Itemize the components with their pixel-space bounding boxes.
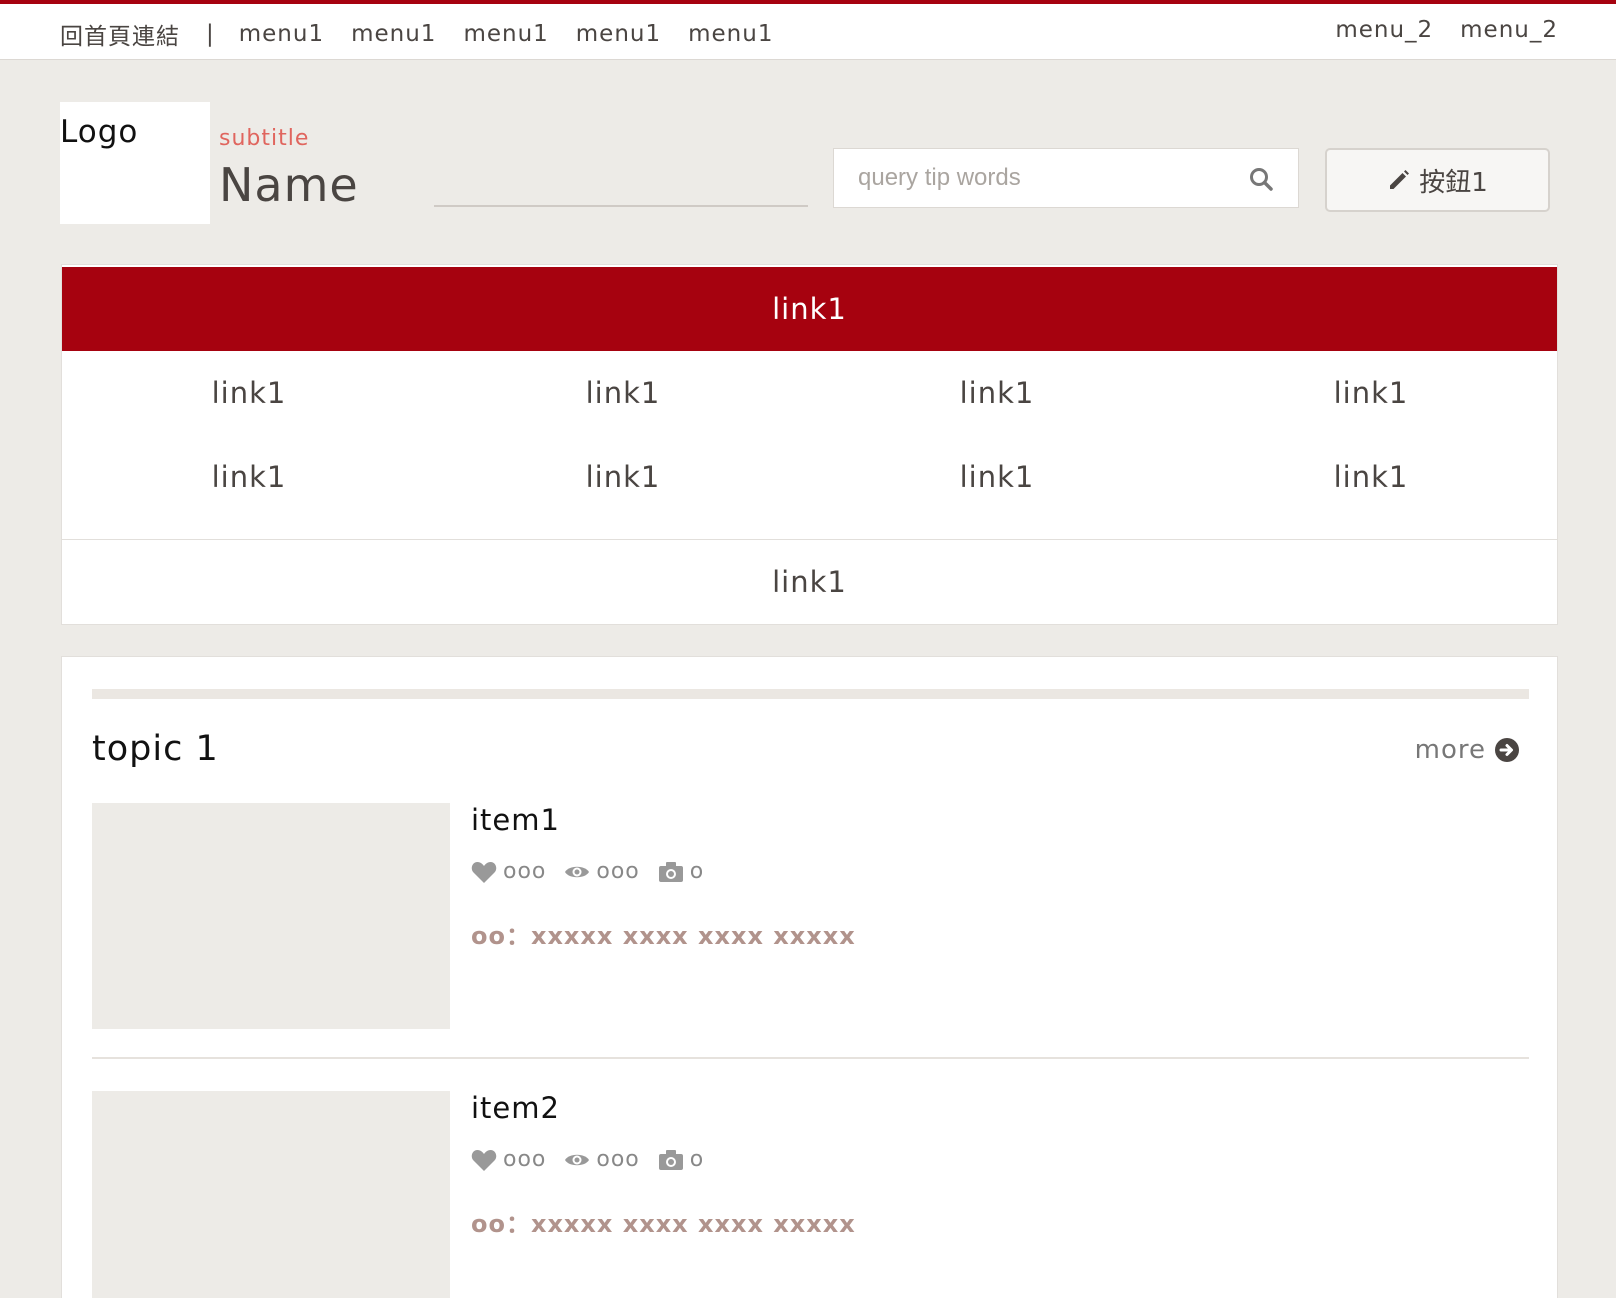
grid-link[interactable]: link1 bbox=[810, 351, 1184, 435]
item-thumbnail[interactable] bbox=[92, 803, 450, 1029]
top-navbar: 回首頁連結 | menu1 menu1 menu1 menu1 menu1 me… bbox=[0, 0, 1616, 60]
menu1-link[interactable]: menu1 bbox=[463, 21, 548, 47]
logo[interactable]: Logo bbox=[60, 102, 210, 224]
search-box bbox=[833, 148, 1299, 208]
item-meta: ooo ooo o bbox=[471, 859, 722, 884]
logo-text: Logo bbox=[60, 114, 139, 150]
item-divider bbox=[92, 1057, 1529, 1059]
site-name: Name bbox=[219, 158, 359, 212]
views-count: ooo bbox=[564, 1147, 639, 1172]
grid-link[interactable]: link1 bbox=[810, 435, 1184, 519]
menu2-link[interactable]: menu_2 bbox=[1460, 17, 1558, 43]
button-1-label: 按鈕1 bbox=[1419, 167, 1488, 198]
item-name[interactable]: item2 bbox=[471, 1091, 560, 1125]
item-meta: ooo ooo o bbox=[471, 1147, 722, 1172]
pencil-icon bbox=[1390, 170, 1410, 189]
menu1-link[interactable]: menu1 bbox=[688, 21, 773, 47]
item-name[interactable]: item1 bbox=[471, 803, 560, 837]
item-description: oo：xxxxx xxxx xxxx xxxxx bbox=[471, 922, 856, 950]
top-nav-left: 回首頁連結 | menu1 menu1 menu1 menu1 menu1 bbox=[60, 17, 800, 51]
grid-link[interactable]: link1 bbox=[1184, 351, 1558, 435]
grid-link[interactable]: link1 bbox=[62, 435, 436, 519]
camera-icon bbox=[658, 1149, 683, 1170]
site-subtitle: subtitle bbox=[219, 126, 310, 151]
likes-count: ooo bbox=[471, 859, 546, 884]
top-nav-right: menu_2 menu_2 bbox=[1308, 17, 1558, 43]
search-input[interactable] bbox=[834, 149, 1234, 207]
topic-title: topic 1 bbox=[92, 729, 219, 769]
eye-icon bbox=[565, 1154, 590, 1165]
link-panel: link1 link1 link1 link1 link1 link1 link… bbox=[61, 264, 1558, 625]
item-thumbnail[interactable] bbox=[92, 1091, 450, 1298]
grid-link[interactable]: link1 bbox=[1184, 435, 1558, 519]
item-description: oo：xxxxx xxxx xxxx xxxxx bbox=[471, 1210, 856, 1238]
more-link[interactable]: more bbox=[1415, 735, 1520, 765]
likes-count: ooo bbox=[471, 1147, 546, 1172]
heart-icon bbox=[471, 861, 497, 883]
photos-count: o bbox=[658, 1147, 704, 1172]
nav-separator: | bbox=[206, 21, 215, 47]
link-grid: link1 link1 link1 link1 link1 link1 link… bbox=[62, 351, 1557, 537]
topic-panel: topic 1 more item1 ooo ooo o oo：xxxxx xx… bbox=[61, 656, 1558, 1298]
views-count: ooo bbox=[564, 859, 639, 884]
bottom-link[interactable]: link1 bbox=[62, 540, 1557, 624]
eye-icon bbox=[565, 866, 590, 877]
grid-link[interactable]: link1 bbox=[436, 351, 810, 435]
more-label: more bbox=[1414, 735, 1486, 765]
featured-link[interactable]: link1 bbox=[62, 267, 1557, 351]
underline-divider bbox=[434, 205, 808, 207]
arrow-circle-right-icon bbox=[1495, 738, 1519, 762]
photos-count: o bbox=[658, 859, 704, 884]
menu1-link[interactable]: menu1 bbox=[351, 21, 436, 47]
menu2-link[interactable]: menu_2 bbox=[1335, 17, 1433, 43]
camera-icon bbox=[658, 861, 683, 882]
home-link[interactable]: 回首頁連結 bbox=[60, 17, 180, 51]
grid-link[interactable]: link1 bbox=[62, 351, 436, 435]
search-icon[interactable] bbox=[1248, 166, 1274, 192]
heart-icon bbox=[471, 1149, 497, 1171]
menu1-link[interactable]: menu1 bbox=[576, 21, 661, 47]
menu1-link[interactable]: menu1 bbox=[239, 21, 324, 47]
button-1[interactable]: 按鈕1 bbox=[1325, 148, 1550, 212]
grid-link[interactable]: link1 bbox=[436, 435, 810, 519]
topic-bar bbox=[92, 689, 1529, 699]
